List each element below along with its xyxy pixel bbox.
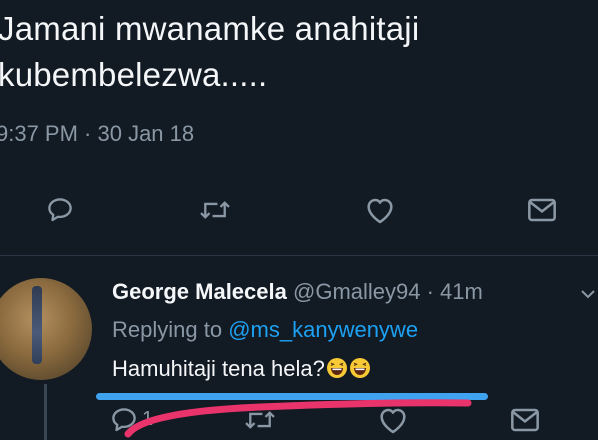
direct-message-icon [528,198,556,222]
retweet-icon [245,411,275,429]
tweet-text: Jamani mwanamke anahitaji kubembelezwa..… [0,6,598,98]
avatar-figure [32,286,42,364]
direct-message-button[interactable] [522,190,562,230]
reply-direct-message-button[interactable] [505,400,545,440]
replying-to-label: Replying to [112,317,223,342]
like-icon [380,408,406,434]
reply-like-button[interactable] [373,400,413,440]
replying-to: Replying to @ms_kanywenywe [112,317,418,343]
tweet-text-line-2: kubembelezwa..... [0,56,268,93]
tweet-action-bar [0,190,598,230]
reply-count: 1 [142,408,154,430]
reply-icon [48,198,72,222]
reply-retweet-button[interactable] [240,400,280,440]
replying-to-handle[interactable]: @ms_kanywenywe [228,317,418,342]
direct-message-icon [511,408,539,432]
reply-reply-button[interactable]: 1 [104,400,153,440]
laughing-emoji-icon [326,358,347,378]
like-icon [367,198,393,224]
tweet-timestamp[interactable]: 9:37 PM · 30 Jan 18 [0,121,194,147]
reply-handle-time[interactable]: @Gmalley94 · 41m [293,279,483,304]
reply-button[interactable] [40,190,80,230]
reply-display-name[interactable]: George Malecela [112,279,287,304]
chevron-down-icon[interactable] [578,284,598,304]
reply-header: George Malecela @Gmalley94 · 41m [112,279,483,305]
retweet-icon [200,201,230,219]
like-button[interactable] [360,190,400,230]
reply-text: Hamuhitaji tena hela? [112,356,371,382]
reply-text-body: Hamuhitaji tena hela? [112,356,325,381]
reply-action-bar: 1 [0,400,598,440]
blue-highlight-stroke [96,393,488,400]
avatar[interactable] [0,278,92,380]
reply-icon [112,408,136,432]
tweet-divider [0,255,598,256]
retweet-button[interactable] [195,190,235,230]
tweet-text-line-1: Jamani mwanamke anahitaji [0,10,420,47]
laughing-emoji-icon [349,358,370,378]
